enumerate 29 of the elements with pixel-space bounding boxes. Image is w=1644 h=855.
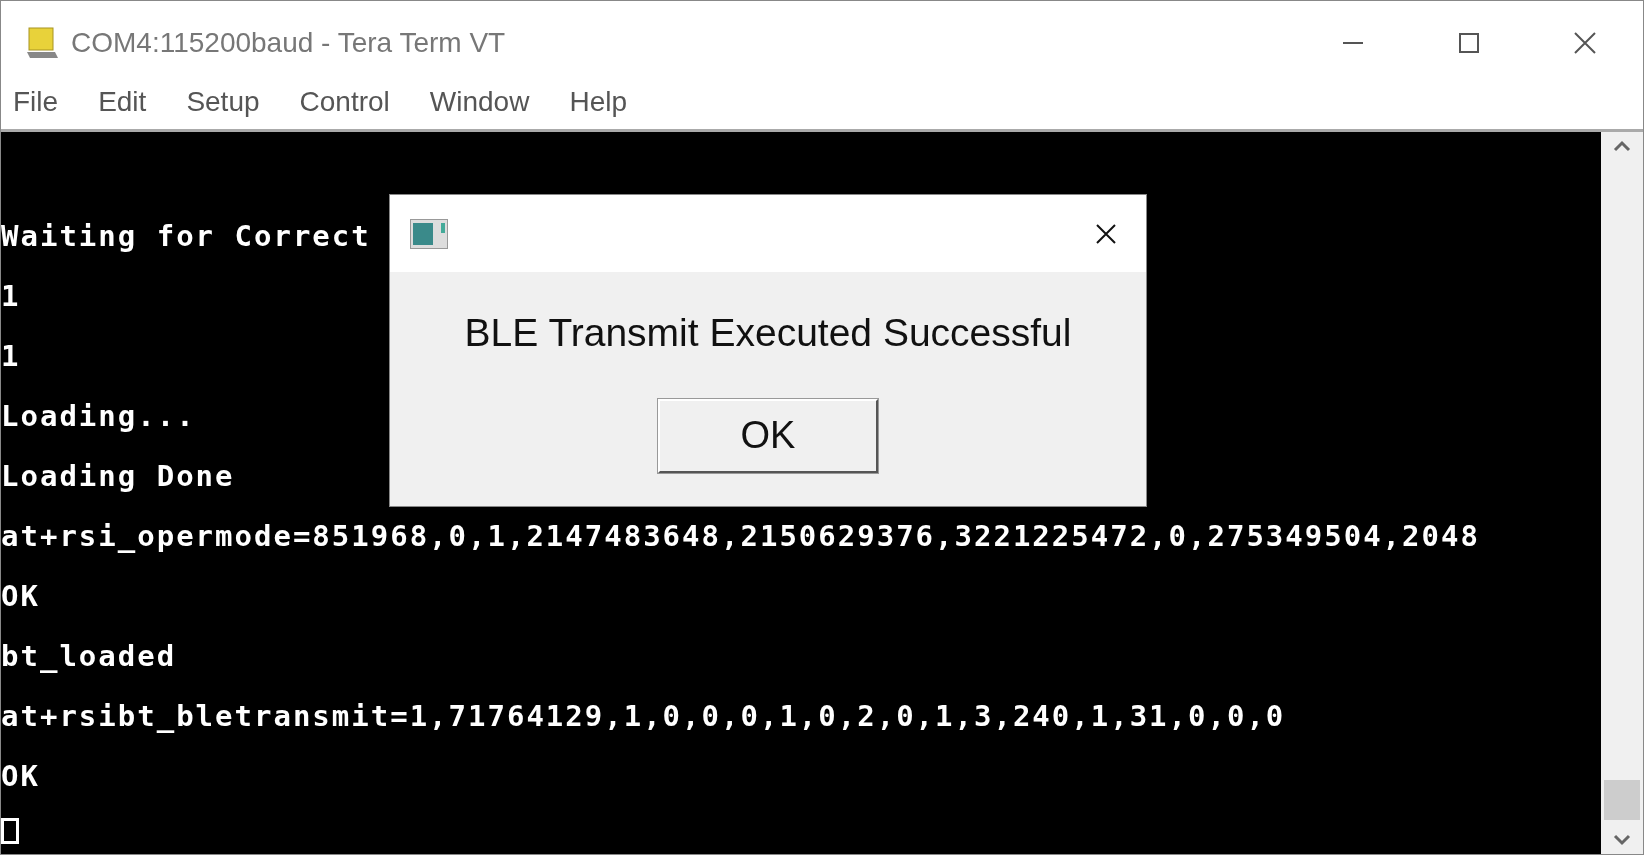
menu-item[interactable]: Setup bbox=[178, 81, 268, 123]
ok-button[interactable]: OK bbox=[658, 398, 878, 473]
terminal-line: Waiting for Correct bbox=[1, 218, 371, 256]
menu-item[interactable]: Edit bbox=[90, 81, 155, 123]
terminal-line: OK bbox=[1, 758, 40, 796]
maximize-icon bbox=[1459, 33, 1479, 53]
terminal-line: Loading... bbox=[1, 398, 196, 436]
menu-item[interactable]: Help bbox=[561, 81, 635, 123]
menu-item[interactable]: Window bbox=[421, 81, 538, 123]
terminal-line: Loading Done bbox=[1, 458, 235, 496]
terminal-line: at+rsi_opermode=851968,0,1,2147483648,2150629376,3221225472,0,275349504,2048 bbox=[1, 518, 1480, 556]
terminal-line: 1 bbox=[1, 278, 21, 316]
window-title: COM4:115200baud - Tera Term VT bbox=[71, 26, 506, 60]
terminal-line: at+rsibt_bletransmit=1,71764129,1,0,0,0,1,0,2,0,1,3,240,1,31,0,0,0 bbox=[1, 698, 1286, 736]
scroll-up-icon[interactable] bbox=[1613, 140, 1631, 152]
terminal-line: bt_loaded bbox=[1, 638, 177, 676]
menu-item[interactable]: File bbox=[5, 81, 67, 123]
dialog-message: BLE Transmit Executed Successful bbox=[464, 310, 1072, 356]
terminal-line: 1 bbox=[1, 338, 21, 376]
scrollbar[interactable] bbox=[1601, 132, 1643, 854]
menu-item[interactable]: Control bbox=[291, 81, 398, 123]
terminal-line: OK bbox=[1, 578, 40, 616]
close-icon bbox=[1096, 223, 1116, 244]
app-icon bbox=[410, 218, 448, 249]
close-icon bbox=[1574, 32, 1596, 54]
scroll-down-icon[interactable] bbox=[1613, 834, 1631, 846]
minimize-icon bbox=[1343, 42, 1363, 44]
app-icon bbox=[25, 26, 59, 60]
scroll-thumb[interactable] bbox=[1604, 780, 1640, 820]
